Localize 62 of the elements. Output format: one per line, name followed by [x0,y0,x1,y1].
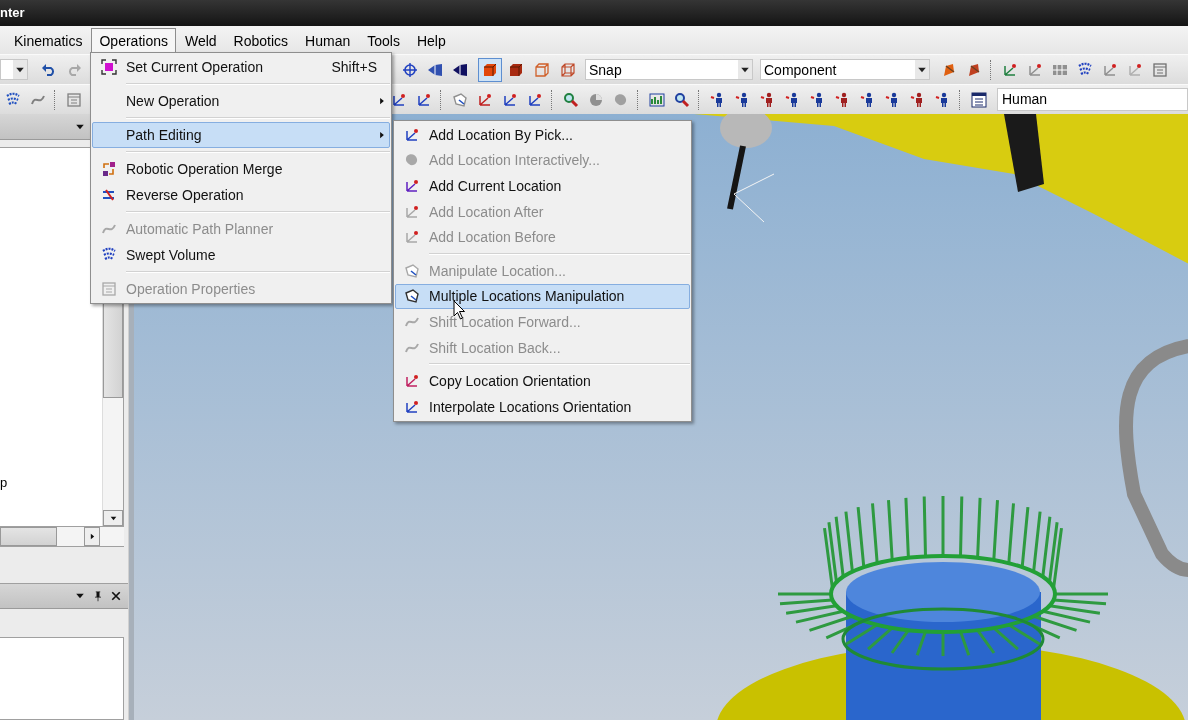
menu-item[interactable]: Path Editing [92,122,390,148]
axes-icon[interactable] [526,91,543,108]
scroll-thumb[interactable] [0,527,57,546]
axes-icon[interactable] [1126,61,1143,78]
scrollbar[interactable] [0,527,124,547]
menu-item[interactable]: Add Current Location [395,173,690,199]
axes-icon [403,398,420,415]
panel-icon[interactable] [970,91,987,108]
axes-icon[interactable] [501,91,518,108]
menu-bar-item[interactable]: Help [408,28,454,54]
crosshair-icon[interactable] [401,61,418,78]
menu-item[interactable]: Reverse Operation [92,182,390,208]
menu-item[interactable]: New Operation [92,88,390,114]
tree-item-text[interactable]: p [0,475,8,490]
magnifier-icon[interactable] [673,91,690,108]
render-mode-button[interactable] [478,57,502,82]
cube-icon [482,61,498,78]
calendar-icon [100,281,117,297]
chart-icon[interactable] [648,91,665,108]
menu-bar-item[interactable]: Robotics [225,28,297,54]
menu-bar-item[interactable]: Human [297,28,359,54]
cube-icon [560,61,576,78]
axes-icon [403,373,420,390]
menu-bar-item[interactable]: Weld [176,28,225,54]
snap-dropdown[interactable]: Snap [585,59,753,80]
text-field[interactable]: Human [997,88,1188,111]
list-icon[interactable] [1151,61,1168,78]
axes-icon[interactable] [1001,61,1018,78]
pie-icon[interactable] [587,91,604,108]
axes-icon[interactable] [476,91,493,108]
axes-icon [403,178,420,194]
cube-icon [508,61,524,78]
dropdown[interactable] [0,59,28,80]
magnifier-icon[interactable] [562,91,579,108]
menu-item[interactable]: Add Location By Pick... [395,122,690,148]
cube-icon [534,61,550,78]
axes-icon [403,229,420,246]
axes-icon[interactable] [415,91,432,108]
menu-item[interactable]: Swept Volume [92,242,390,268]
menu-item[interactable]: Robotic Operation Merge [92,156,390,182]
cone-icon[interactable] [451,61,468,78]
menu-item[interactable]: Set Current Operation Shift+S [92,54,390,80]
axes-icon [403,203,420,220]
cone-icon[interactable] [426,61,443,78]
merge-icon [100,161,117,177]
menu-item[interactable]: Interpolate Locations Orientation [395,393,690,420]
shortcut-label: Shift+S [331,59,377,75]
calendar-icon[interactable] [65,91,82,108]
scroll-down-button[interactable] [103,510,123,526]
target-icon [100,59,117,75]
close-icon[interactable] [110,590,122,602]
menu-item[interactable]: Copy Location Orientation [395,368,690,394]
menu-item[interactable]: Multiple Locations Manipulation [395,283,690,310]
axes-icon[interactable] [1026,61,1043,78]
menu-bar-item[interactable]: Kinematics [6,28,91,54]
axes-icon [403,126,420,143]
pick-dropdown[interactable]: Component [760,59,930,80]
menu-bar-item[interactable]: Tools [359,28,408,54]
axes-icon[interactable] [390,91,407,108]
window-title: nter [0,4,25,22]
axes-icon[interactable] [1101,61,1118,78]
scroll-right-button[interactable] [84,527,100,546]
